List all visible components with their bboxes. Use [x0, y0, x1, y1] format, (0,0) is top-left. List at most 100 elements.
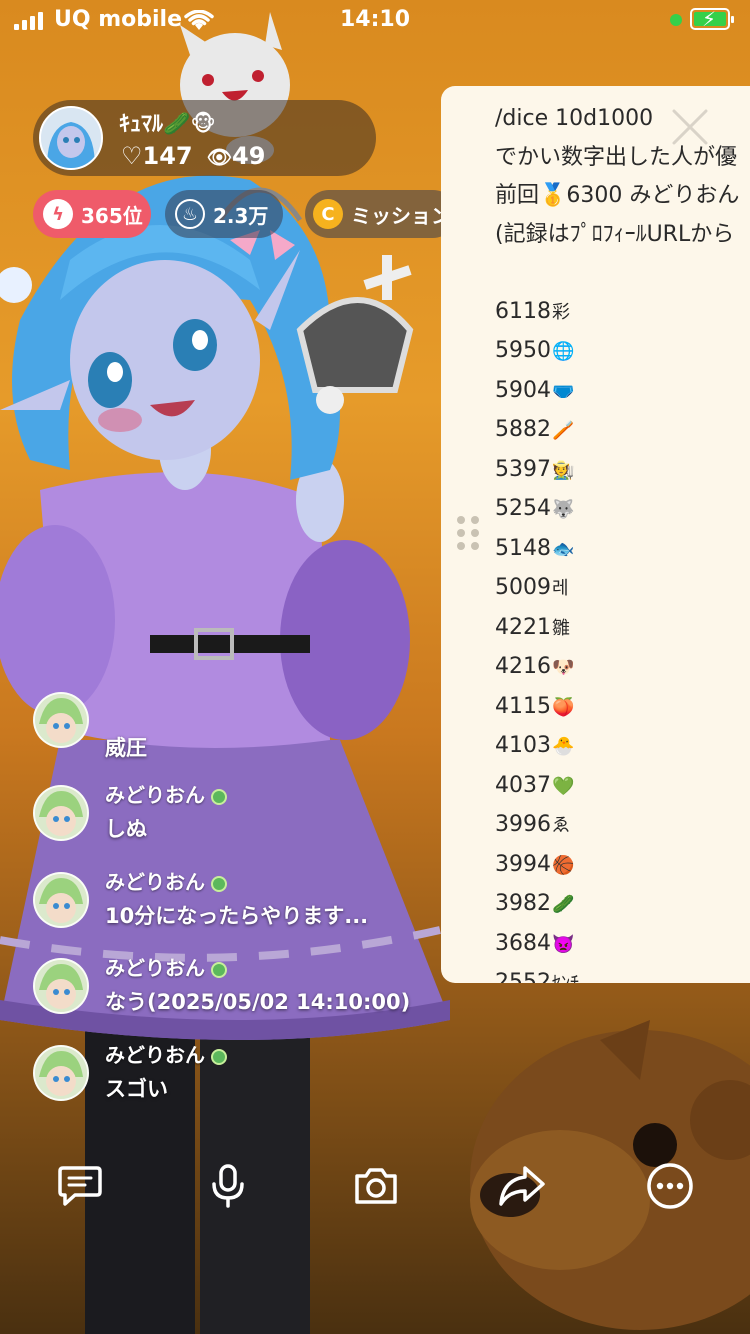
coin-icon: C [313, 199, 343, 229]
dice-record-note: (記録はﾌﾟﾛﾌｨｰﾙURLから [495, 221, 735, 247]
share-button[interactable] [496, 1160, 548, 1212]
score-value: 3684 [495, 930, 551, 956]
commenter-name-text: みどりおん [105, 1043, 205, 1067]
commenter-name[interactable]: みどりおん [105, 866, 227, 895]
commenter-avatar[interactable] [33, 958, 89, 1014]
score-value: 3994 [495, 851, 551, 877]
score-row: 5009레 [495, 569, 739, 609]
score-tag: 🏀 [552, 854, 575, 876]
camera-button[interactable] [350, 1160, 402, 1212]
score-tag: 🌐 [552, 341, 575, 362]
score-row: 5950🌐 [495, 332, 739, 372]
battery-icon: ⚡ [690, 7, 734, 31]
score-tag: 雛 [552, 617, 570, 639]
commenter-name-text: みどりおん [105, 870, 205, 894]
commenter-avatar[interactable] [33, 785, 89, 841]
score-tag: 🧑‍🌾 [552, 459, 575, 481]
score-row: 5254🐺 [495, 490, 739, 530]
share-icon [499, 1166, 545, 1206]
comment-button[interactable] [54, 1160, 106, 1212]
score-row: 2552ｾﾝﾁ [495, 964, 739, 983]
score-tag: 🐺 [552, 499, 575, 520]
commenter-name[interactable]: みどりおん [105, 779, 227, 808]
score-value: 5397 [495, 456, 551, 482]
score-list: 6118彩 5950🌐 5904🩲 5882🪥 5397🧑‍🌾 5254🐺 5148🐟 500… [495, 293, 739, 984]
commenter-avatar[interactable] [33, 1045, 89, 1101]
melon-icon [211, 788, 227, 805]
score-value: 3982 [495, 891, 551, 916]
host-stats: ♡147 👁49 [121, 142, 265, 170]
score-value: 4115 [495, 693, 551, 719]
status-bar: UQ mobile 14:10 ⚡ [0, 0, 750, 44]
comment-text: 威圧 [105, 736, 147, 760]
more-button[interactable] [644, 1160, 696, 1212]
score-value: 4216 [495, 654, 551, 679]
score-value: 5009 [495, 575, 551, 600]
score-row: 4037💚 [495, 767, 739, 807]
melon-icon [211, 875, 227, 892]
score-value: 4103 [495, 733, 551, 758]
dice-previous: 前回🥇6300 みどりおん [495, 183, 740, 208]
dice-panel: /dice 10d1000 でかい数字出した人が優 前回🥇6300 みどりおん … [441, 86, 750, 983]
score-row: 5882🪥 [495, 411, 739, 451]
score-row: 3982🥒 [495, 885, 739, 925]
score-tag: 🩲 [552, 380, 575, 402]
dice-content: /dice 10d1000 でかい数字出した人が優 前回🥇6300 みどりおん … [495, 100, 739, 983]
score-tag: 🥒 [552, 894, 575, 915]
close-icon[interactable] [671, 108, 709, 146]
score-tag: 👿 [552, 933, 575, 955]
rank-badge[interactable]: ϟ 365位 [33, 190, 151, 238]
viewers-stat: 👁49 [207, 142, 266, 170]
score-value: 3996 [495, 812, 551, 837]
commenter-name[interactable]: みどりおん [105, 1039, 227, 1068]
clock: 14:10 [339, 7, 411, 32]
commenter-avatar[interactable] [33, 872, 89, 928]
microphone-button[interactable] [202, 1160, 254, 1212]
score-tag: 🪥 [552, 420, 575, 441]
score-tag: 🐟 [552, 538, 575, 560]
comment-icon [58, 1166, 102, 1206]
score-row: 6118彩 [495, 293, 739, 333]
commenter-name[interactable]: みどりおん [105, 952, 227, 981]
lightning-icon: ϟ [43, 199, 73, 229]
more-icon [647, 1163, 693, 1209]
score-tag: 🐣 [552, 736, 575, 757]
score-value: 6118 [495, 298, 551, 324]
mission-label: ミッション [351, 203, 451, 228]
score-row: 5148🐟 [495, 530, 739, 570]
score-row: 5397🧑‍🌾 [495, 451, 739, 491]
host-avatar[interactable] [39, 106, 103, 170]
mic-active-dot [670, 14, 682, 26]
score-value: 5882 [495, 417, 551, 442]
score-tag: 레 [552, 578, 569, 599]
score-tag: 彩 [552, 301, 570, 323]
score-row: 4115🍑 [495, 688, 739, 728]
commenter-avatar[interactable] [33, 692, 89, 748]
score-row: 4103🐣 [495, 727, 739, 767]
score-tag: 🐶 [552, 657, 575, 678]
score-row: 4221雛 [495, 609, 739, 649]
drag-handle-icon[interactable] [457, 516, 479, 550]
score-row: 4216🐶 [495, 648, 739, 688]
score-tag: 🍑 [552, 696, 575, 718]
score-tag: ゑ [552, 815, 570, 836]
score-row: 3684👿 [495, 925, 739, 965]
comment-text: スゴい [105, 1077, 168, 1101]
camera-icon [355, 1168, 397, 1204]
score-value: 5148 [495, 535, 551, 561]
host-card[interactable]: ｷｭﾏﾙ🥒🐵 ♡147 👁49 [33, 100, 376, 176]
score-value: 4221 [495, 614, 551, 640]
host-name: ｷｭﾏﾙ🥒🐵 [119, 112, 216, 137]
score-value: 5904 [495, 377, 551, 403]
fire-label: 2.3万 [213, 203, 269, 228]
score-row: 5904🩲 [495, 372, 739, 412]
score-tag: ｾﾝﾁ [552, 965, 579, 983]
mission-badge[interactable]: C ミッション [305, 190, 457, 238]
microphone-icon [212, 1164, 244, 1208]
fire-badge[interactable]: ♨ 2.3万 [165, 190, 283, 238]
viewers-count: 49 [232, 142, 266, 170]
eye-icon: 👁 [206, 145, 233, 169]
score-tag: 💚 [552, 775, 575, 797]
score-value: 2552 [495, 970, 551, 983]
score-row: 3994🏀 [495, 846, 739, 886]
